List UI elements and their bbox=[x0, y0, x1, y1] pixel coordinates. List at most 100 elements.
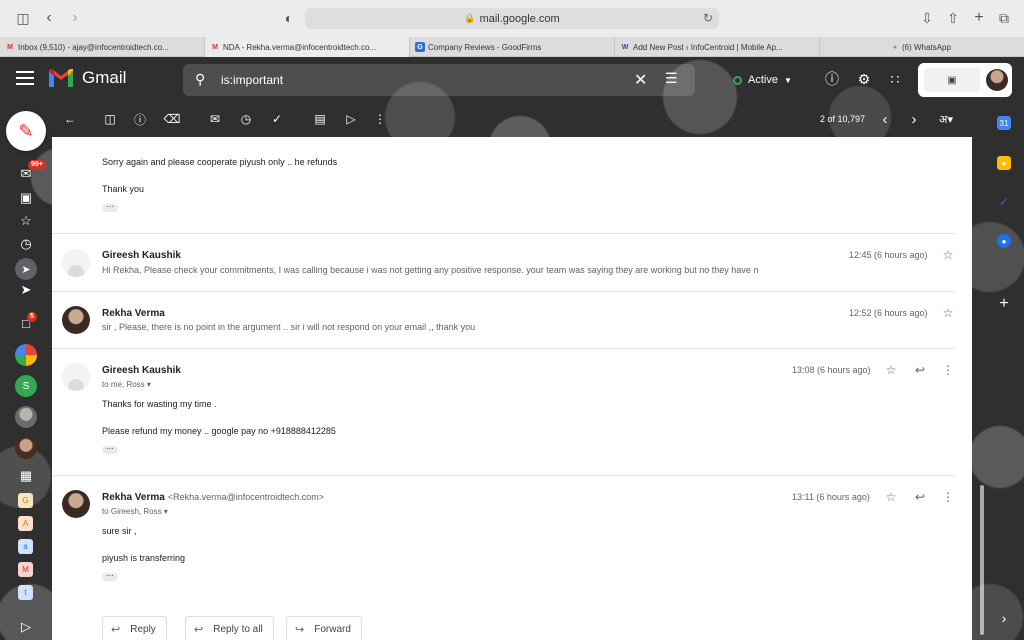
back-icon[interactable]: ‹ bbox=[40, 9, 58, 27]
message-snippet: Hi Rekha, Please check your commitments,… bbox=[102, 265, 759, 275]
add-task-icon[interactable]: ✓ bbox=[269, 111, 285, 127]
apps-grid-icon[interactable]: ∷ bbox=[886, 70, 904, 88]
meet-video-icon[interactable]: ▷ bbox=[17, 618, 35, 636]
goodfirms-favicon-icon: G bbox=[415, 42, 425, 52]
search-input[interactable] bbox=[221, 71, 621, 89]
keep-icon[interactable]: ● bbox=[997, 156, 1011, 170]
reply-icon[interactable]: ↩ bbox=[913, 363, 927, 377]
app-icon-a[interactable]: A bbox=[18, 516, 33, 531]
wordpress-favicon-icon: W bbox=[621, 43, 629, 51]
contact-avatar[interactable] bbox=[15, 406, 37, 428]
hide-panel-chevron-icon[interactable]: › bbox=[997, 610, 1011, 626]
rooms-icon[interactable]: ▦ bbox=[17, 467, 35, 485]
get-addons-plus-icon[interactable]: + bbox=[997, 295, 1011, 312]
scrollbar[interactable] bbox=[980, 485, 984, 635]
address-bar[interactable]: 🔒 mail.google.com ↻ bbox=[305, 8, 719, 29]
label-icon[interactable]: ▷ bbox=[343, 111, 359, 127]
star-icon[interactable]: ☆ bbox=[941, 248, 955, 262]
show-trimmed-button[interactable]: ⋯ bbox=[102, 445, 118, 454]
star-icon[interactable]: ☆ bbox=[884, 363, 898, 377]
browser-tab[interactable]: W Add New Post ‹ InfoCentroid | Mobile A… bbox=[615, 37, 820, 57]
more-vert-icon[interactable]: ⋮ bbox=[941, 490, 955, 504]
input-language: अ bbox=[939, 113, 948, 126]
status-selector[interactable]: Active ▼ bbox=[733, 68, 792, 92]
downloads-icon[interactable]: ⇩ bbox=[918, 9, 936, 27]
reply-icon: ↩ bbox=[111, 623, 121, 636]
settings-gear-icon[interactable]: ⚙ bbox=[855, 70, 873, 88]
message-time: 13:11 (6 hours ago) bbox=[792, 492, 870, 502]
clear-search-icon[interactable]: ✕ bbox=[634, 70, 647, 90]
search-icon[interactable]: ⚲ bbox=[195, 71, 205, 88]
sidebar-toggle-icon[interactable]: ◫ bbox=[14, 9, 32, 27]
important-icon[interactable]: ➤ bbox=[15, 258, 37, 280]
share-icon[interactable]: ⇧ bbox=[944, 9, 962, 27]
workspace-logo-icon: ▣ bbox=[924, 68, 980, 92]
star-icon[interactable]: ☆ bbox=[884, 490, 898, 504]
forward-icon: ↪ bbox=[295, 623, 305, 636]
gmail-logo[interactable]: Gmail bbox=[48, 68, 126, 88]
status-label: Active bbox=[748, 74, 778, 86]
contact-avatar-s[interactable]: S bbox=[15, 375, 37, 397]
app-icon-g[interactable]: G bbox=[18, 493, 33, 508]
group-avatar[interactable] bbox=[15, 344, 37, 366]
show-trimmed-button[interactable]: ⋯ bbox=[102, 203, 118, 212]
reply-icon[interactable]: ↩ bbox=[913, 490, 927, 504]
back-arrow-icon[interactable]: ← bbox=[62, 111, 78, 127]
gmail-favicon-icon: M bbox=[212, 43, 218, 51]
reply-button[interactable]: ↩ Reply bbox=[102, 616, 167, 640]
account-area[interactable]: ▣ bbox=[918, 63, 1012, 97]
older-chevron-icon[interactable]: › bbox=[906, 111, 922, 128]
calendar-icon[interactable]: 31 bbox=[997, 116, 1011, 130]
chevron-down-icon: ▾ bbox=[146, 380, 151, 389]
message-divider bbox=[52, 348, 955, 349]
main-menu-icon[interactable] bbox=[16, 71, 34, 85]
inbox-tray-icon[interactable]: ▣ bbox=[17, 189, 35, 207]
move-to-icon[interactable]: ▤ bbox=[312, 111, 328, 127]
message-divider bbox=[52, 475, 955, 476]
delete-icon[interactable]: ⌫ bbox=[164, 111, 181, 127]
recipients-dropdown[interactable]: to Gireesh, Ross ▾ bbox=[102, 507, 168, 516]
newer-chevron-icon[interactable]: ‹ bbox=[877, 111, 893, 128]
starred-icon[interactable]: ☆ bbox=[17, 212, 35, 230]
sender-avatar bbox=[62, 306, 90, 334]
tab-strip: M Inbox (9,510) - ajay@infocentroidtech.… bbox=[0, 37, 1024, 57]
recipients-dropdown[interactable]: to me, Ross ▾ bbox=[102, 380, 151, 389]
sender-line: Rekha Verma <Rekha.verma@infocentroidtech… bbox=[102, 492, 324, 503]
reload-icon[interactable]: ↻ bbox=[703, 11, 713, 25]
sender-name: Gireesh Kaushik bbox=[102, 250, 181, 261]
contact-avatar[interactable] bbox=[15, 437, 37, 459]
show-trimmed-button[interactable]: ⋯ bbox=[102, 572, 118, 581]
snoozed-clock-icon[interactable]: ◷ bbox=[17, 235, 35, 253]
snooze-icon[interactable]: ◷ bbox=[238, 111, 254, 127]
app-icon-t[interactable]: t bbox=[18, 585, 33, 600]
tasks-icon[interactable]: ✓ bbox=[997, 195, 1011, 209]
forward-button[interactable]: ↪ Forward bbox=[286, 616, 362, 640]
input-tools-icon[interactable]: अ ▾ bbox=[932, 111, 960, 127]
app-icon-m[interactable]: M bbox=[18, 562, 33, 577]
sent-icon[interactable]: ➤ bbox=[17, 281, 35, 299]
forward-icon[interactable]: › bbox=[66, 9, 84, 27]
search-options-icon[interactable]: ☰ bbox=[665, 70, 678, 87]
compose-button[interactable]: ✎ bbox=[6, 111, 46, 151]
app-icon-a-lower[interactable]: a bbox=[18, 539, 33, 554]
account-avatar[interactable] bbox=[986, 69, 1008, 91]
contacts-icon[interactable]: ● bbox=[997, 234, 1011, 248]
browser-tab[interactable]: G Company Reviews - GoodFirms bbox=[410, 37, 615, 57]
help-icon[interactable]: ⓘ bbox=[823, 70, 841, 88]
more-vert-icon[interactable]: ⋮ bbox=[941, 363, 955, 377]
mark-unread-icon[interactable]: ✉ bbox=[207, 111, 223, 127]
new-tab-icon[interactable]: + bbox=[970, 9, 988, 27]
tab-overview-icon[interactable]: ⧉ bbox=[995, 9, 1013, 27]
more-vert-icon[interactable]: ⋮ bbox=[372, 111, 388, 127]
browser-tab-active[interactable]: M NDA - Rekha.verma@infocentroidtech.co.… bbox=[205, 37, 410, 57]
reply-all-button[interactable]: ↩ Reply to all bbox=[185, 616, 274, 640]
privacy-shield-icon[interactable]: ◐ bbox=[280, 9, 298, 27]
tab-label: NDA - Rekha.verma@infocentroidtech.co... bbox=[223, 42, 377, 52]
star-icon[interactable]: ☆ bbox=[941, 306, 955, 320]
report-spam-icon[interactable]: ⓘ bbox=[132, 111, 148, 127]
browser-tab[interactable]: ● (6) WhatsApp bbox=[820, 37, 1024, 57]
search-bar[interactable]: ⚲ ✕ ☰ bbox=[183, 64, 695, 96]
message-body-line: Please refund my money .. google pay no … bbox=[102, 426, 336, 436]
browser-tab[interactable]: M Inbox (9,510) - ajay@infocentroidtech.… bbox=[0, 37, 205, 57]
archive-icon[interactable]: ◫ bbox=[102, 111, 118, 127]
